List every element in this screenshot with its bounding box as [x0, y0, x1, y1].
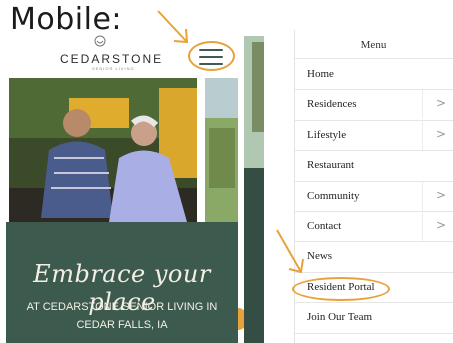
page-heading: Mobile:	[10, 2, 123, 37]
background-page-banner	[244, 168, 264, 343]
menu-divider	[294, 332, 453, 334]
hero-photo	[9, 78, 197, 222]
menu-divider	[294, 241, 453, 243]
hero-subtitle-line1: AT CEDARSTONE SENIOR LIVING IN	[26, 301, 218, 313]
menu-item-residences[interactable]: Residences	[307, 98, 356, 110]
annotation-arrow-icon	[157, 10, 189, 44]
submenu-divider	[422, 90, 423, 120]
submenu-divider	[422, 120, 423, 150]
hamburger-highlight-circle	[188, 41, 235, 71]
hero-subtitle-line2: CEDAR FALLS, IA	[76, 319, 168, 331]
menu-divider	[294, 271, 453, 273]
menu-divider	[294, 89, 453, 91]
menu-title: Menu	[360, 39, 387, 51]
menu-item-join-our-team[interactable]: Join Our Team	[307, 311, 372, 323]
menu-divider	[294, 119, 453, 121]
chevron-right-icon[interactable]: >	[436, 96, 446, 110]
menu-divider	[294, 150, 453, 152]
menu-item-lifestyle[interactable]: Lifestyle	[307, 129, 346, 141]
annotation-arrow-icon	[276, 229, 304, 274]
menu-divider	[294, 211, 453, 212]
menu-divider	[294, 58, 453, 59]
menu-item-home[interactable]: Home	[307, 68, 334, 80]
background-page-image	[252, 42, 264, 132]
brand-tagline: SENIOR LIVING	[92, 66, 135, 71]
cedarstone-logo-icon	[94, 35, 106, 47]
chevron-right-icon[interactable]: >	[436, 188, 446, 202]
menu-divider	[294, 180, 453, 182]
menu-item-restaurant[interactable]: Restaurant	[307, 159, 354, 171]
submenu-divider	[422, 212, 423, 241]
resident-portal-highlight-circle	[292, 277, 390, 301]
menu-divider	[294, 302, 453, 304]
chevron-right-icon[interactable]: >	[436, 218, 446, 232]
submenu-divider	[422, 181, 423, 211]
menu-item-community[interactable]: Community	[307, 190, 360, 202]
chevron-right-icon[interactable]: >	[436, 127, 446, 141]
brand-name: CEDARSTONE	[60, 52, 164, 66]
carousel-next-photo	[205, 78, 238, 222]
